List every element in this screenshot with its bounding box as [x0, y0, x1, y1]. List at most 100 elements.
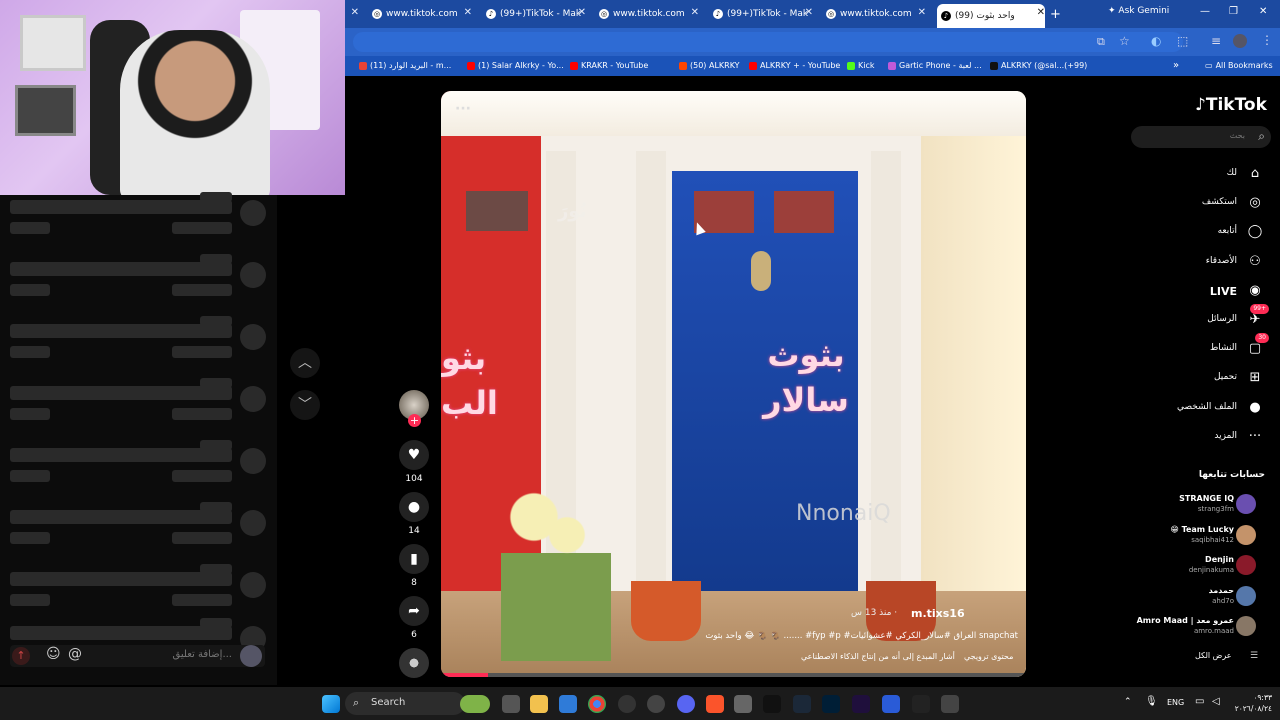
- browser-tab-5[interactable]: ◎ www.tiktok.com ✕: [826, 4, 926, 24]
- sidebar-item-profile[interactable]: الملف الشخصي ●: [1150, 398, 1265, 418]
- gmail-icon: [359, 61, 367, 70]
- arrow-up-icon[interactable]: ↑: [12, 647, 30, 665]
- app-icon[interactable]: [734, 695, 752, 713]
- sidebar-item-friends[interactable]: الأصدقاء ⚇: [1150, 252, 1265, 272]
- close-icon[interactable]: ✕: [464, 7, 472, 18]
- language-indicator[interactable]: ENG: [1167, 698, 1184, 707]
- bookmark-7[interactable]: Gartic Phone - لعبة ...: [888, 61, 982, 70]
- sidebar-item-live[interactable]: LIVE ◉: [1150, 281, 1265, 301]
- following-account[interactable]: STRANGE IQ strang3fm: [1130, 494, 1270, 522]
- bookmark-3[interactable]: KRAKR - YouTube: [570, 61, 648, 70]
- comment-input-bar[interactable]: ↑ ☺ @ إضافة تعليق...: [10, 645, 265, 667]
- like-button[interactable]: ♥ 104: [399, 440, 429, 484]
- new-tab-button[interactable]: +: [1050, 4, 1062, 24]
- widget-icon[interactable]: [460, 695, 490, 713]
- microphone-icon[interactable]: 🎙: [1145, 696, 1158, 707]
- brave-icon[interactable]: [706, 695, 724, 713]
- bookmark-1[interactable]: (11) البريد الوارد - m...: [359, 61, 451, 70]
- following-account[interactable]: 😁 Team Lucky saqibhai412: [1130, 525, 1270, 553]
- profile-avatar-icon[interactable]: [1233, 34, 1247, 48]
- see-all-link[interactable]: عرض الكل: [1195, 651, 1232, 660]
- browser-tab-3[interactable]: ◎ www.tiktok.com ✕: [599, 4, 699, 24]
- windows-start-icon[interactable]: [322, 695, 340, 713]
- file-explorer-icon[interactable]: [530, 695, 548, 713]
- bookmark-5[interactable]: ALKRKY + - YouTube: [749, 61, 840, 70]
- puzzle-icon[interactable]: ⬚: [1177, 34, 1188, 48]
- comment-button[interactable]: ● 14: [399, 492, 429, 536]
- minimize-button[interactable]: —: [1200, 6, 1210, 17]
- chevron-right-icon[interactable]: »: [1173, 60, 1179, 71]
- following-account[interactable]: Denjin denjinakuma: [1130, 555, 1270, 583]
- browser-tab-4[interactable]: ♪ (99+)TikTok - Mak ✕: [713, 4, 813, 24]
- browser-tab-active[interactable]: ♪ (99) واحد بثوت ✕: [937, 4, 1045, 28]
- sidebar-item-upload[interactable]: تحميل ⊞: [1150, 368, 1265, 388]
- maximize-button[interactable]: ❐: [1229, 6, 1238, 17]
- follow-plus-icon[interactable]: +: [408, 414, 421, 427]
- door-knocker: [751, 251, 771, 291]
- app-icon[interactable]: [912, 695, 930, 713]
- app-icon[interactable]: [941, 695, 959, 713]
- close-icon[interactable]: ✕: [691, 7, 699, 18]
- sidebar-item-home[interactable]: لك ⌂: [1150, 164, 1265, 184]
- emoji-icon[interactable]: ☺: [46, 646, 61, 662]
- ask-gemini-button[interactable]: ✦ Ask Gemini: [1108, 6, 1169, 16]
- app-icon[interactable]: [882, 695, 900, 713]
- chevron-up-icon[interactable]: ⌃: [1124, 697, 1132, 707]
- app-icon[interactable]: [618, 695, 636, 713]
- extension-icon[interactable]: ◐: [1151, 34, 1161, 48]
- sidebar-item-messages[interactable]: الرسائل ✈ 99+: [1150, 304, 1269, 330]
- kebab-menu-icon[interactable]: ⋮: [1261, 33, 1273, 47]
- bookmark-8[interactable]: ALKRKY (@sal...(+99): [990, 61, 1087, 70]
- search-icon[interactable]: ⌕: [1258, 129, 1265, 144]
- video-player[interactable]: ··· بثو الب نُورَ بثوث سالار NnonaiQ منذ…: [441, 91, 1026, 677]
- bookmark-4[interactable]: (50) ALKRKY: [679, 61, 740, 70]
- task-view-icon[interactable]: [502, 695, 520, 713]
- menu-lines-icon[interactable]: ≡: [1211, 34, 1221, 48]
- discord-icon[interactable]: [677, 695, 695, 713]
- star-icon[interactable]: ☆: [1119, 34, 1130, 48]
- premiere-icon[interactable]: [852, 695, 870, 713]
- following-account[interactable]: حمدمد ahd7o: [1130, 586, 1270, 614]
- volume-icon[interactable]: ◁: [1212, 696, 1220, 707]
- translate-icon[interactable]: ⧉: [1097, 35, 1105, 49]
- more-options-icon[interactable]: ···: [455, 101, 471, 117]
- share-button[interactable]: ➦ 6: [399, 596, 429, 640]
- sidebar-item-compass[interactable]: استكشف ◎: [1150, 193, 1265, 213]
- taskbar-search[interactable]: ⌕ Search: [345, 692, 465, 715]
- chrome-icon[interactable]: [588, 695, 606, 713]
- all-bookmarks-button[interactable]: ▭ All Bookmarks: [1205, 61, 1273, 70]
- bookmark-2[interactable]: (1) Salar Alkrky - Yo...: [467, 61, 564, 70]
- capcut-icon[interactable]: [763, 695, 781, 713]
- save-button[interactable]: ▮ 8: [399, 544, 429, 588]
- sidebar-item-activity[interactable]: النشاط ▢ 30: [1150, 333, 1269, 359]
- clock[interactable]: ٠٩:٣٣ ٢٠٢٦/٠٨/٢٤: [1228, 692, 1272, 714]
- photoshop-icon[interactable]: [822, 695, 840, 713]
- comment-placeholder[interactable]: إضافة تعليق...: [110, 649, 232, 660]
- mention-icon[interactable]: @: [68, 646, 82, 662]
- settings-icon[interactable]: [647, 695, 665, 713]
- sidebar-item-following[interactable]: أتابعه ◯: [1150, 222, 1265, 242]
- sidebar-item-more[interactable]: المزيد ···: [1150, 427, 1265, 447]
- tab-close-icon[interactable]: ✕: [347, 4, 359, 24]
- search-input[interactable]: بحث ⌕: [1131, 126, 1271, 148]
- following-account[interactable]: Amro Maad | عمرو معد amro.maad: [1130, 616, 1270, 644]
- tab-label: (99) واحد بثوت: [955, 11, 1015, 21]
- video-username[interactable]: m.tixs16: [911, 607, 965, 620]
- network-icon[interactable]: ▭: [1195, 696, 1204, 707]
- music-disc-icon[interactable]: [399, 648, 429, 678]
- previous-video-button[interactable]: ︿: [290, 348, 320, 378]
- close-icon[interactable]: ✕: [805, 7, 813, 18]
- store-icon[interactable]: [559, 695, 577, 713]
- tiktok-logo[interactable]: ♪TikTok: [1195, 95, 1267, 115]
- close-icon[interactable]: ✕: [578, 7, 586, 18]
- steam-icon[interactable]: [793, 695, 811, 713]
- bookmark-6[interactable]: Kick: [847, 61, 875, 70]
- close-icon[interactable]: ✕: [1037, 7, 1045, 18]
- browser-tab-2[interactable]: ♪ (99+)TikTok - Mak ✕: [486, 4, 586, 24]
- video-progress-bar[interactable]: [441, 673, 1026, 677]
- close-icon[interactable]: ✕: [918, 7, 926, 18]
- address-bar[interactable]: [353, 32, 1183, 52]
- browser-tab-1[interactable]: ◎ www.tiktok.com ✕: [372, 4, 472, 24]
- next-video-button[interactable]: ﹀: [290, 390, 320, 420]
- close-window-button[interactable]: ✕: [1259, 6, 1267, 17]
